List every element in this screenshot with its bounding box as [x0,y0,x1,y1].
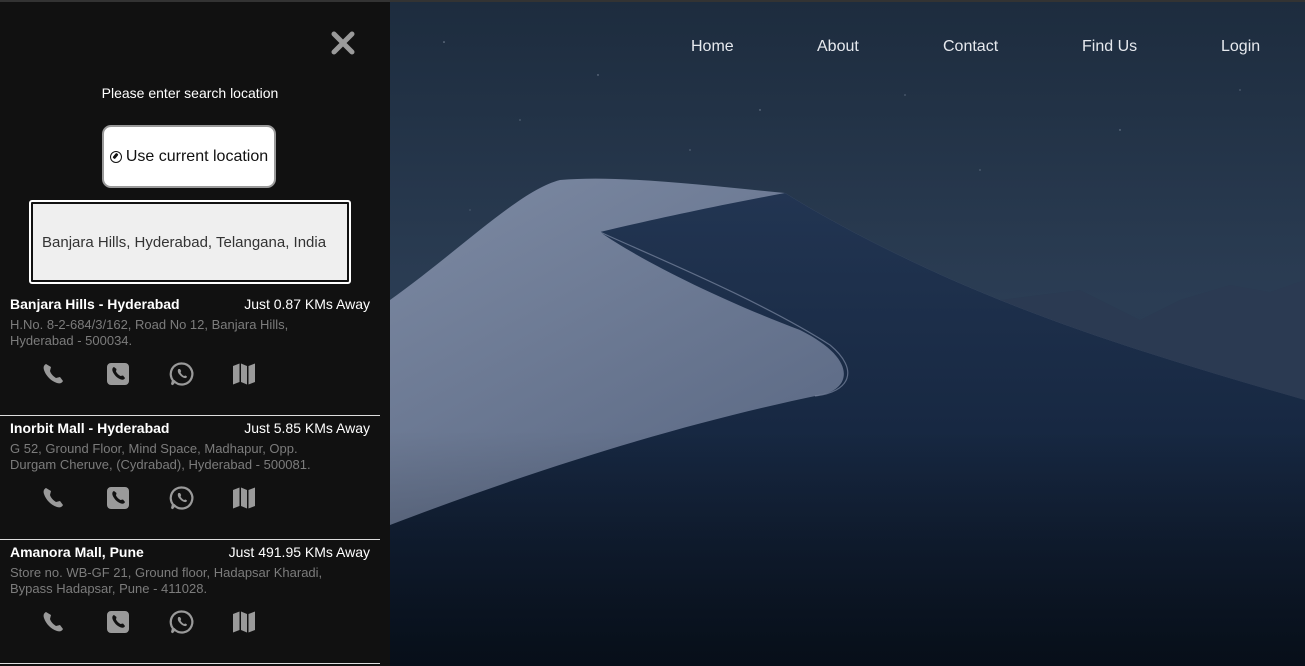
whatsapp-icon[interactable] [169,361,195,387]
compass-icon [109,150,122,163]
phone-icon[interactable] [40,609,66,635]
store-distance: Just 5.85 KMs Away [244,420,370,436]
close-icon [331,31,355,55]
search-input-wrapper [29,200,351,284]
store-name: Banjara Hills - Hyderabad [10,296,180,312]
phone-icon[interactable] [40,485,66,511]
phone-square-icon[interactable] [105,609,131,635]
top-nav: Home About Contact Find Us Login [390,38,1305,62]
phone-square-icon[interactable] [105,485,131,511]
store-distance: Just 491.95 KMs Away [228,544,370,560]
search-prompt: Please enter search location [101,85,279,101]
store-name: Amanora Mall, Pune [10,544,144,560]
map-icon[interactable] [231,485,257,511]
store-locator-panel: Please enter search location Use current… [0,2,390,666]
nav-login-link[interactable]: Login [1221,38,1260,56]
store-address: G 52, Ground Floor, Mind Space, Madhapur… [10,441,311,472]
nav-contact-link[interactable]: Contact [943,38,998,56]
whatsapp-icon[interactable] [169,609,195,635]
store-address: H.No. 8-2-684/3/162, Road No 12, Banjara… [10,317,289,348]
location-search-input[interactable] [33,204,347,280]
close-button[interactable] [328,28,358,58]
store-name: Inorbit Mall - Hyderabad [10,420,170,436]
phone-icon[interactable] [40,361,66,387]
store-list-item: Banjara Hills - Hyderabad Just 0.87 KMs … [0,292,380,416]
use-current-location-label: Use current location [125,147,269,165]
store-distance: Just 0.87 KMs Away [244,296,370,312]
phone-square-icon[interactable] [105,361,131,387]
store-list-item: Inorbit Mall - Hyderabad Just 5.85 KMs A… [0,416,380,540]
map-icon[interactable] [231,361,257,387]
nav-home-link[interactable]: Home [691,38,734,56]
nav-find-us-link[interactable]: Find Us [1082,38,1137,56]
nav-about-link[interactable]: About [817,38,859,56]
use-current-location-button[interactable]: Use current location [102,125,276,188]
store-address: Store no. WB-GF 21, Ground floor, Hadaps… [10,565,323,596]
store-list-item: Amanora Mall, Pune Just 491.95 KMs Away … [0,540,380,664]
map-icon[interactable] [231,609,257,635]
whatsapp-icon[interactable] [169,485,195,511]
